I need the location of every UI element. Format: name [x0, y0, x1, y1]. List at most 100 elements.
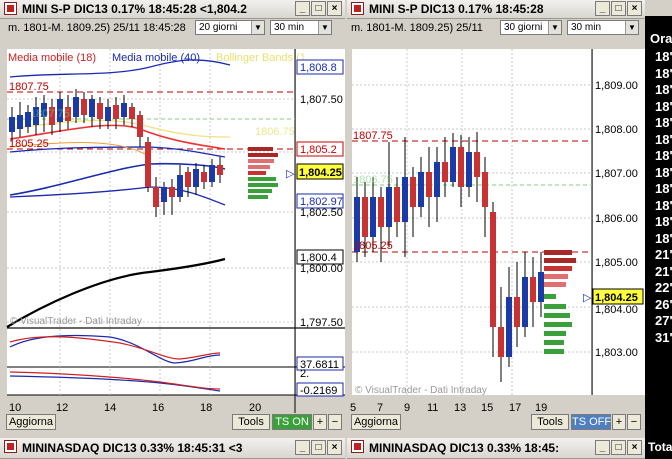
candle-body — [450, 147, 456, 182]
minimize-button[interactable]: _ — [295, 1, 310, 16]
chevron-down-icon: ▼ — [318, 21, 331, 34]
update-button[interactable]: Aggiorna — [351, 414, 401, 430]
current-price-label: 1,804.25 — [299, 167, 342, 179]
period-select[interactable]: 20 giorni ▼ — [195, 20, 265, 35]
quote-row: 18' — [655, 115, 672, 130]
quote-row: 18' — [655, 197, 672, 213]
level-label: 1807.75 — [9, 81, 49, 93]
quote-row: 18' — [655, 148, 672, 163]
quote-row: 18' — [655, 49, 672, 64]
current-price-marker: ▷ — [583, 292, 592, 304]
candle-body — [209, 165, 215, 182]
quote-row: 18' — [655, 82, 672, 97]
candle-body — [169, 187, 175, 197]
close-button[interactable]: × — [627, 1, 642, 16]
price-label: 1,807.50 — [300, 94, 343, 106]
left-bottom-bar: Aggiorna Tools TS ON + − — [0, 413, 345, 431]
update-button[interactable]: Aggiorna — [6, 414, 56, 430]
candle-body — [474, 152, 480, 177]
candle-body — [466, 152, 472, 187]
candle-body — [498, 327, 504, 357]
candle-body — [394, 187, 400, 222]
candle-body — [17, 115, 23, 129]
maximize-button[interactable]: □ — [611, 1, 626, 16]
quote-row: 18' — [655, 214, 672, 229]
quote-row: 31' — [655, 329, 672, 345]
candle-body — [201, 172, 207, 182]
right-bottom-bar: Aggiorna Tools TS OFF + − — [347, 413, 645, 431]
panel-header: Ora — [650, 31, 672, 46]
minimize-button[interactable]: _ — [595, 1, 610, 16]
candle-body — [97, 103, 103, 119]
period-value: 30 giorni — [504, 22, 543, 33]
maximize-button[interactable]: □ — [311, 1, 326, 16]
minimize-button[interactable]: _ — [295, 440, 310, 455]
tools-button[interactable]: Tools — [531, 414, 569, 430]
legend-ma18: Media mobile (18) — [8, 52, 96, 64]
candle-body — [410, 177, 416, 207]
candle-body — [177, 175, 183, 197]
nasdaq-right-window[interactable]: MININASDAQ DIC13 0.33% 18:45: _ □ × — [347, 438, 645, 459]
candle-body — [9, 117, 15, 132]
legend-ma40: Media mobile (40) — [112, 52, 200, 64]
oscillator-value: 2. — [300, 368, 309, 380]
candle-body — [153, 187, 159, 207]
quote-rows: 18' 18' 18' 18' 18' 18' 18' 18' 18' 18' 18' 18' 21' 2… — [655, 49, 672, 346]
watermark: © VisualTrader - Dati Intraday — [355, 385, 487, 396]
candle-body — [161, 187, 167, 202]
maximize-button[interactable]: □ — [311, 440, 326, 455]
tools-button[interactable]: Tools — [232, 414, 270, 430]
candle-body — [137, 115, 143, 137]
current-price-label: 1,804.25 — [595, 292, 638, 304]
left-toolbar: m. 1801-M. 1809.25) 25/11 18:45:28 20 gi… — [0, 19, 345, 37]
quote-row: 27' — [655, 313, 672, 328]
left-titlebar[interactable]: MINI S-P DIC13 0.17% 18:45:28 <1,804.2 _… — [0, 0, 345, 19]
panel-footer: Tota — [648, 440, 672, 454]
maximize-button[interactable]: □ — [611, 440, 626, 455]
nasdaq-left-window[interactable]: MININASDAQ DIC13 0.33% 18:45:31 <3 _ □ × — [0, 438, 345, 459]
quote-row: 18' — [655, 181, 672, 196]
close-button[interactable]: × — [327, 440, 342, 455]
price-label: 1,807.00 — [595, 168, 638, 180]
close-button[interactable]: × — [627, 440, 642, 455]
legend-bollinger: Bollinger Bands (1 — [216, 52, 306, 64]
ts-toggle-button[interactable]: TS ON — [272, 414, 312, 430]
right-window-title: MINI S-P DIC13 0.17% 18:45:28 — [369, 2, 544, 16]
chevron-down-icon: ▼ — [625, 21, 638, 34]
app-icon — [4, 2, 17, 15]
zoom-in-button[interactable]: + — [612, 414, 626, 430]
left-chart-window: MINI S-P DIC13 0.17% 18:45:28 <1,804.2 _… — [0, 0, 345, 438]
zoom-out-button[interactable]: − — [627, 414, 641, 430]
current-price-marker: ▷ — [286, 168, 295, 180]
ts-toggle-button[interactable]: TS OFF — [571, 414, 611, 430]
quote-row: 21' — [655, 263, 672, 279]
contract-info: m. 1801-M. 1809.25) 25/11 18:45:28 — [8, 22, 186, 34]
minimize-button[interactable]: _ — [595, 440, 610, 455]
left-price-chart[interactable]: Media mobile (18) Media mobile (40) Boll… — [0, 37, 345, 437]
candle-body — [113, 105, 119, 119]
period-value: 20 giorni — [199, 22, 238, 33]
candle-body — [538, 272, 544, 302]
candle-body — [402, 177, 408, 222]
watermark: © VisualTrader - Dati Intraday — [10, 316, 142, 327]
timeframe-select[interactable]: 30 min ▼ — [270, 20, 332, 35]
candle-body — [185, 172, 191, 187]
quote-row: 18' — [655, 65, 672, 81]
candle-body — [426, 172, 432, 197]
right-titlebar[interactable]: MINI S-P DIC13 0.17% 18:45:28 _ □ × — [347, 0, 645, 19]
period-select[interactable]: 30 giorni ▼ — [500, 20, 562, 35]
candle-body — [458, 147, 464, 187]
candle-body — [121, 103, 127, 117]
timeframe-select[interactable]: 30 min ▼ — [567, 20, 639, 35]
candle-body — [418, 172, 424, 207]
timeframe-value: 30 min — [571, 22, 602, 33]
close-button[interactable]: × — [327, 1, 342, 16]
quote-row: 18' — [655, 164, 672, 180]
price-label: 1,804.00 — [595, 304, 638, 316]
time-sales-panel: Ora 18' 18' 18' 18' 18' 18' 18' 18' 18' 18' 18' 18'… — [645, 0, 672, 459]
zoom-out-button[interactable]: − — [328, 414, 342, 430]
timeframe-value: 30 min — [274, 22, 305, 33]
right-price-chart[interactable]: 1807.75 1806.75 1805.25 1,809.00 1,808.0… — [347, 37, 645, 437]
zoom-in-button[interactable]: + — [313, 414, 327, 430]
price-label: 1,808.00 — [595, 124, 638, 136]
